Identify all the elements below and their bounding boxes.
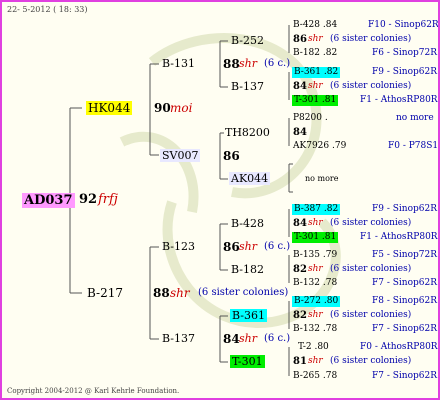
gen4-left[interactable]: T-301 .81 <box>292 95 339 106</box>
gen2-b123-tag: shr <box>239 240 257 253</box>
gen4-right: F7 - Sinop62R <box>372 324 437 334</box>
gen4-left[interactable]: P8200 . <box>293 114 328 123</box>
gen4-note: (6 sister colonies) <box>330 218 412 228</box>
gen3-ak044-id[interactable]: AK044 <box>229 172 271 185</box>
gen2-sv007-id[interactable]: SV007 <box>160 149 201 162</box>
gen3-b361-id[interactable]: B-361 <box>230 309 267 322</box>
gen4-left[interactable]: T-2 .80 <box>298 343 329 352</box>
gen3-th8200-id[interactable]: TH8200 <box>225 127 270 138</box>
gen4-year: 84 <box>293 127 307 138</box>
gen2-b123-note: (6 c.) <box>264 241 291 252</box>
gen4-right: F9 - Sinop62R <box>372 204 437 214</box>
gen4-right: F0 - P78S1 <box>388 141 439 151</box>
gen4-left[interactable]: AK7926 .79 <box>293 142 346 151</box>
gen4-left[interactable]: B-265 .78 <box>293 372 337 381</box>
gen4-tag: shr <box>308 264 323 274</box>
copyright: Copyright 2004-2012 @ Karl Kehrle Founda… <box>7 387 180 395</box>
gen4-right: F5 - Sinop72R <box>372 250 437 260</box>
gen1-top-year: 90 <box>154 101 171 115</box>
gen4-right: F10 - Sinop62R <box>368 20 439 30</box>
gen4-year: 82 <box>293 310 307 321</box>
gen3-b182-id[interactable]: B-182 <box>231 264 264 275</box>
gen4-left[interactable]: B-135 .79 <box>293 251 337 260</box>
gen4-left[interactable]: B-387 .82 <box>292 204 341 215</box>
gen4-left[interactable]: B-182 .82 <box>293 49 337 58</box>
gen4-right: F8 - Sinop62R <box>372 296 437 306</box>
gen4-left[interactable]: B-428 .84 <box>293 21 337 30</box>
gen4-right: F6 - Sinop72R <box>372 48 437 58</box>
gen4-right: F1 - AthosRP80R <box>360 95 438 105</box>
gen2-sv007-year: 86 <box>223 149 240 163</box>
gen4-year: 84 <box>293 81 307 92</box>
root-colony-id[interactable]: AD037 <box>22 193 75 208</box>
gen4-note: (6 sister colonies) <box>330 264 412 274</box>
gen1-bottom-tag: shr <box>170 286 190 300</box>
gen4-tag: shr <box>308 310 323 320</box>
root-tag: frfj <box>98 192 118 207</box>
gen2-b137-year: 84 <box>223 332 240 346</box>
gen4-left[interactable]: B-132 .78 <box>293 279 337 288</box>
gen4-right: no more <box>396 113 434 123</box>
gen4-note: (6 sister colonies) <box>330 81 412 91</box>
gen4-tag: shr <box>308 356 323 366</box>
gen4-year: 84 <box>293 218 307 229</box>
gen3-b252-id[interactable]: B-252 <box>231 35 264 46</box>
print-date: 22- 5-2012 ( 18: 33) <box>7 5 88 14</box>
gen4-left[interactable]: B-361 .82 <box>292 67 341 78</box>
root-year: 92 <box>79 192 98 207</box>
gen4-left[interactable]: B-132 .78 <box>293 325 337 334</box>
gen2-b123-id[interactable]: B-123 <box>162 241 195 252</box>
gen4-year: 86 <box>293 34 307 45</box>
gen2-b131-id[interactable]: B-131 <box>162 58 195 69</box>
gen2-b137-id[interactable]: B-137 <box>162 333 195 344</box>
gen2-b131-note: (6 c.) <box>264 58 291 69</box>
gen4-left[interactable]: T-301 .81 <box>292 232 339 243</box>
gen3-t301-id[interactable]: T-301 <box>230 355 265 368</box>
gen1-bottom-id[interactable]: B-217 <box>87 287 123 299</box>
gen4-note: (6 sister colonies) <box>330 34 412 44</box>
gen2-b131-tag: shr <box>239 57 257 70</box>
gen4-left[interactable]: B-272 .80 <box>292 296 341 307</box>
gen4-tag: shr <box>308 81 323 91</box>
gen1-top-id[interactable]: HK044 <box>86 101 133 115</box>
gen4-right: F7 - Sinop62R <box>372 371 437 381</box>
gen4-year: 81 <box>293 356 307 367</box>
gen4-note: (6 sister colonies) <box>330 310 412 320</box>
gen4-year: 82 <box>293 264 307 275</box>
gen1-bottom-year: 88 <box>153 286 170 300</box>
gen3-b428-id[interactable]: B-428 <box>231 218 264 229</box>
gen4-right: F1 - AthosRP80R <box>360 232 438 242</box>
gen4-right: F0 - AthosRP80R <box>360 342 438 352</box>
gen4-tag: shr <box>308 218 323 228</box>
gen4-right: F7 - Sinop62R <box>372 278 437 288</box>
gen3-b137a-id[interactable]: B-137 <box>231 81 264 92</box>
gen1-bottom-note: (6 sister colonies) <box>198 287 289 298</box>
gen2-b137-note: (6 c.) <box>264 333 291 344</box>
gen4-right: F9 - Sinop62R <box>372 67 437 77</box>
pedigree-frame: 22- 5-2012 ( 18: 33) AD037 92 frfj HK044… <box>0 0 440 400</box>
gen4-tag: shr <box>308 34 323 44</box>
gen2-b131-year: 88 <box>223 57 240 71</box>
gen4-note: (6 sister colonies) <box>330 356 412 366</box>
gen2-b137-tag: shr <box>239 332 257 345</box>
gen4-no-more: no more <box>305 174 339 183</box>
gen2-b123-year: 86 <box>223 240 240 254</box>
gen1-top-tag: moi <box>170 101 193 115</box>
